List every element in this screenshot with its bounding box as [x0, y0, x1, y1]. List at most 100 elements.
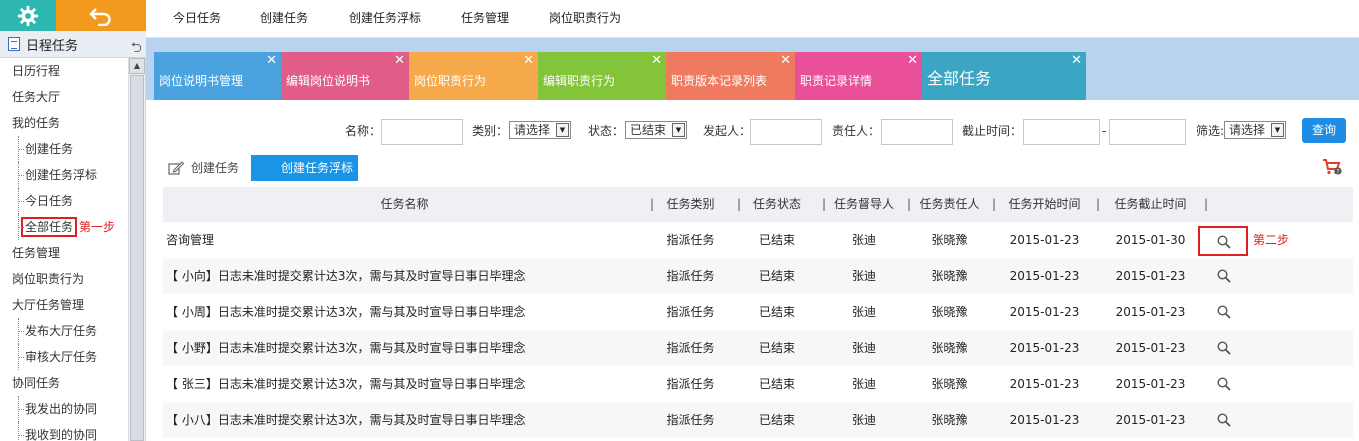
owner-input[interactable] — [881, 119, 953, 145]
sidebar-item[interactable]: 任务管理 — [0, 240, 128, 266]
close-icon[interactable]: ✕ — [523, 53, 534, 68]
status-select[interactable]: 已结束 ▼ — [625, 121, 687, 139]
column-separator: | — [1096, 197, 1101, 211]
tab[interactable]: 编辑职责行为 ✕ — [538, 52, 666, 100]
tab-label: 职责版本记录列表 — [671, 74, 768, 88]
sidebar-item-label: 全部任务 — [21, 217, 78, 237]
deadline-filter-label: 截止时间： — [962, 124, 1023, 138]
cell-owner: 张晓豫 — [931, 341, 968, 355]
search-icon — [1217, 269, 1231, 283]
nav-create-task[interactable]: 创建任务 — [260, 0, 308, 38]
cart-icon[interactable]: ? — [1322, 158, 1342, 176]
cell-supervisor: 张迪 — [851, 305, 876, 319]
tab[interactable]: 岗位说明书管理 ✕ — [154, 52, 281, 100]
cell-owner: 张晓豫 — [931, 269, 968, 283]
nav-create-float[interactable]: 创建任务浮标 — [349, 0, 421, 38]
tab[interactable]: 编辑岗位说明书 ✕ — [281, 52, 409, 100]
nav-today-tasks[interactable]: 今日任务 — [173, 0, 221, 38]
sidebar-item[interactable]: 我的任务 — [0, 110, 128, 136]
category-filter-label: 类别： — [472, 124, 509, 138]
close-icon[interactable]: ✕ — [651, 53, 662, 68]
task-table: 任务名称 | 任务类别 | 任务状态 | 任务督导人 | 任务责任人 | 任务开… — [163, 187, 1353, 438]
cell-task-status: 已结束 — [758, 377, 795, 391]
cell-owner: 张晓豫 — [931, 377, 968, 391]
scrollbar-thumb[interactable] — [130, 75, 144, 441]
tab-label: 编辑职责行为 — [543, 74, 616, 88]
nav-task-management[interactable]: 任务管理 — [461, 0, 509, 38]
search-icon — [1217, 305, 1231, 319]
initiator-input[interactable] — [750, 119, 822, 145]
sidebar-item[interactable]: 全部任务 第一步 — [0, 214, 128, 240]
sidebar-item[interactable]: 我发出的协同 — [0, 396, 128, 422]
document-icon — [8, 37, 20, 51]
view-details-button[interactable] — [1200, 262, 1250, 292]
view-details-button[interactable] — [1200, 298, 1250, 328]
sidebar-scrollbar[interactable]: ▲ — [128, 58, 145, 441]
svg-text:?: ? — [1336, 168, 1339, 175]
tab-label: 职责记录详情 — [800, 74, 873, 88]
tab[interactable]: 岗位职责行为 ✕ — [409, 52, 538, 100]
category-select[interactable]: 请选择 ▼ — [509, 121, 571, 139]
cell-task-status: 已结束 — [758, 233, 795, 247]
cell-owner: 张晓豫 — [931, 305, 968, 319]
filter-select-value: 请选择 — [1229, 123, 1266, 137]
sidebar-item-label: 创建任务浮标 — [25, 168, 98, 182]
cell-task-status: 已结束 — [758, 305, 795, 319]
tab-label: 编辑岗位说明书 — [286, 74, 371, 88]
view-details-button[interactable] — [1198, 226, 1248, 256]
deadline-end-input[interactable] — [1109, 119, 1186, 145]
table-row: 【 张三】日志未准时提交累计达3次，需与其及时宣导日事日毕理念 指派任务 已结束 张迪… — [163, 366, 1353, 402]
view-details-button[interactable] — [1200, 334, 1250, 364]
table-row: 【 小向】日志未准时提交累计达3次，需与其及时宣导日事日毕理念 指派任务 已结束 张迪… — [163, 258, 1353, 294]
close-icon[interactable]: ✕ — [394, 53, 405, 68]
tab[interactable]: 全部任务 ✕ — [922, 52, 1086, 100]
tab[interactable]: 职责记录详情 ✕ — [795, 52, 922, 100]
sidebar-item[interactable]: 创建任务 — [0, 136, 128, 162]
sidebar-item-label: 创建任务 — [25, 142, 74, 156]
cell-task-name: 【 小八】日志未准时提交累计达3次，需与其及时宣导日事日毕理念 — [166, 413, 526, 427]
sidebar-item-label: 任务大厅 — [12, 90, 61, 104]
column-separator: | — [1204, 197, 1209, 211]
filter-select[interactable]: 请选择 ▼ — [1224, 121, 1286, 139]
create-task-link[interactable]: 创建任务 — [168, 157, 239, 179]
nav-job-duties[interactable]: 岗位职责行为 — [549, 0, 621, 38]
cell-start-time: 2015-01-23 — [1009, 341, 1080, 355]
cell-task-category: 指派任务 — [666, 269, 715, 283]
view-details-button[interactable] — [1200, 370, 1250, 400]
cell-task-status: 已结束 — [758, 413, 795, 427]
view-details-button[interactable] — [1200, 406, 1250, 436]
create-task-label: 创建任务 — [191, 161, 240, 175]
sidebar-item-label: 审核大厅任务 — [25, 350, 98, 364]
sidebar-item[interactable]: 协同任务 — [0, 370, 128, 396]
close-icon[interactable]: ✕ — [1071, 53, 1082, 68]
scroll-up-icon[interactable]: ▲ — [129, 58, 145, 74]
sidebar-item[interactable]: 任务大厅 — [0, 84, 128, 110]
name-input[interactable] — [381, 119, 463, 145]
query-button[interactable]: 查询 — [1302, 118, 1346, 143]
header-owner: 任务责任人 — [919, 197, 980, 211]
sidebar-item[interactable]: 今日任务 — [0, 188, 128, 214]
sidebar-item-label: 大厅任务管理 — [12, 298, 85, 312]
close-icon[interactable]: ✕ — [780, 53, 791, 68]
back-button[interactable] — [56, 0, 146, 31]
sidebar-item[interactable]: 岗位职责行为 — [0, 266, 128, 292]
cell-owner: 张晓豫 — [931, 413, 968, 427]
tab[interactable]: 职责版本记录列表 ✕ — [666, 52, 795, 100]
create-float-button[interactable]: 创建任务浮标 — [251, 155, 358, 181]
sidebar-item[interactable]: 发布大厅任务 — [0, 318, 128, 344]
deadline-start-input[interactable] — [1023, 119, 1100, 145]
close-icon[interactable]: ✕ — [266, 53, 277, 68]
sidebar-item[interactable]: 审核大厅任务 — [0, 344, 128, 370]
table-row: 【 小八】日志未准时提交累计达3次，需与其及时宣导日事日毕理念 指派任务 已结束 张迪… — [163, 402, 1353, 438]
close-icon[interactable]: ✕ — [907, 53, 918, 68]
search-icon — [1217, 235, 1231, 249]
sidebar-item[interactable]: 日历行程 — [0, 58, 128, 84]
status-select-value: 已结束 — [630, 123, 667, 137]
cell-start-time: 2015-01-23 — [1009, 269, 1080, 283]
table-row: 【 小野】日志未准时提交累计达3次，需与其及时宣导日事日毕理念 指派任务 已结束 张迪… — [163, 330, 1353, 366]
sidebar-item[interactable]: 我收到的协同 — [0, 422, 128, 441]
sidebar-item-label: 日历行程 — [12, 64, 61, 78]
sidebar-item[interactable]: 创建任务浮标 — [0, 162, 128, 188]
settings-button[interactable] — [0, 0, 56, 31]
sidebar-item[interactable]: 大厅任务管理 — [0, 292, 128, 318]
